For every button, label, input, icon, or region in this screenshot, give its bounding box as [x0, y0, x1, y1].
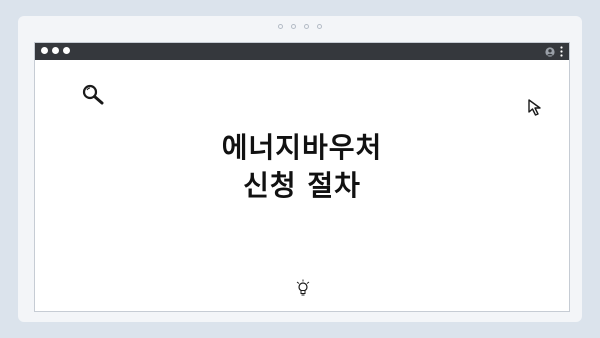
minimize-window-button[interactable] [52, 47, 59, 54]
pager-dot[interactable] [304, 24, 309, 29]
window-titlebar [35, 43, 569, 60]
titlebar-actions [545, 46, 563, 57]
magnifier-icon [82, 84, 104, 105]
pager-indicator [0, 24, 600, 34]
pager-dot[interactable] [291, 24, 296, 29]
avatar-icon[interactable] [545, 46, 555, 57]
page-title: 에너지바우처 신청 절차 [35, 129, 569, 205]
pager-dot[interactable] [278, 24, 283, 29]
pager-dot[interactable] [317, 24, 322, 29]
kebab-menu-icon[interactable] [560, 46, 563, 57]
close-window-button[interactable] [41, 47, 48, 54]
maximize-window-button[interactable] [63, 47, 70, 54]
bulb-icon [296, 279, 310, 296]
title-line-2: 신청 절차 [243, 169, 361, 202]
title-line-1: 에너지바우처 [221, 131, 383, 164]
browser-window: 에너지바우처 신청 절차 [34, 42, 570, 312]
cursor-icon [528, 99, 541, 116]
window-controls [41, 47, 70, 54]
